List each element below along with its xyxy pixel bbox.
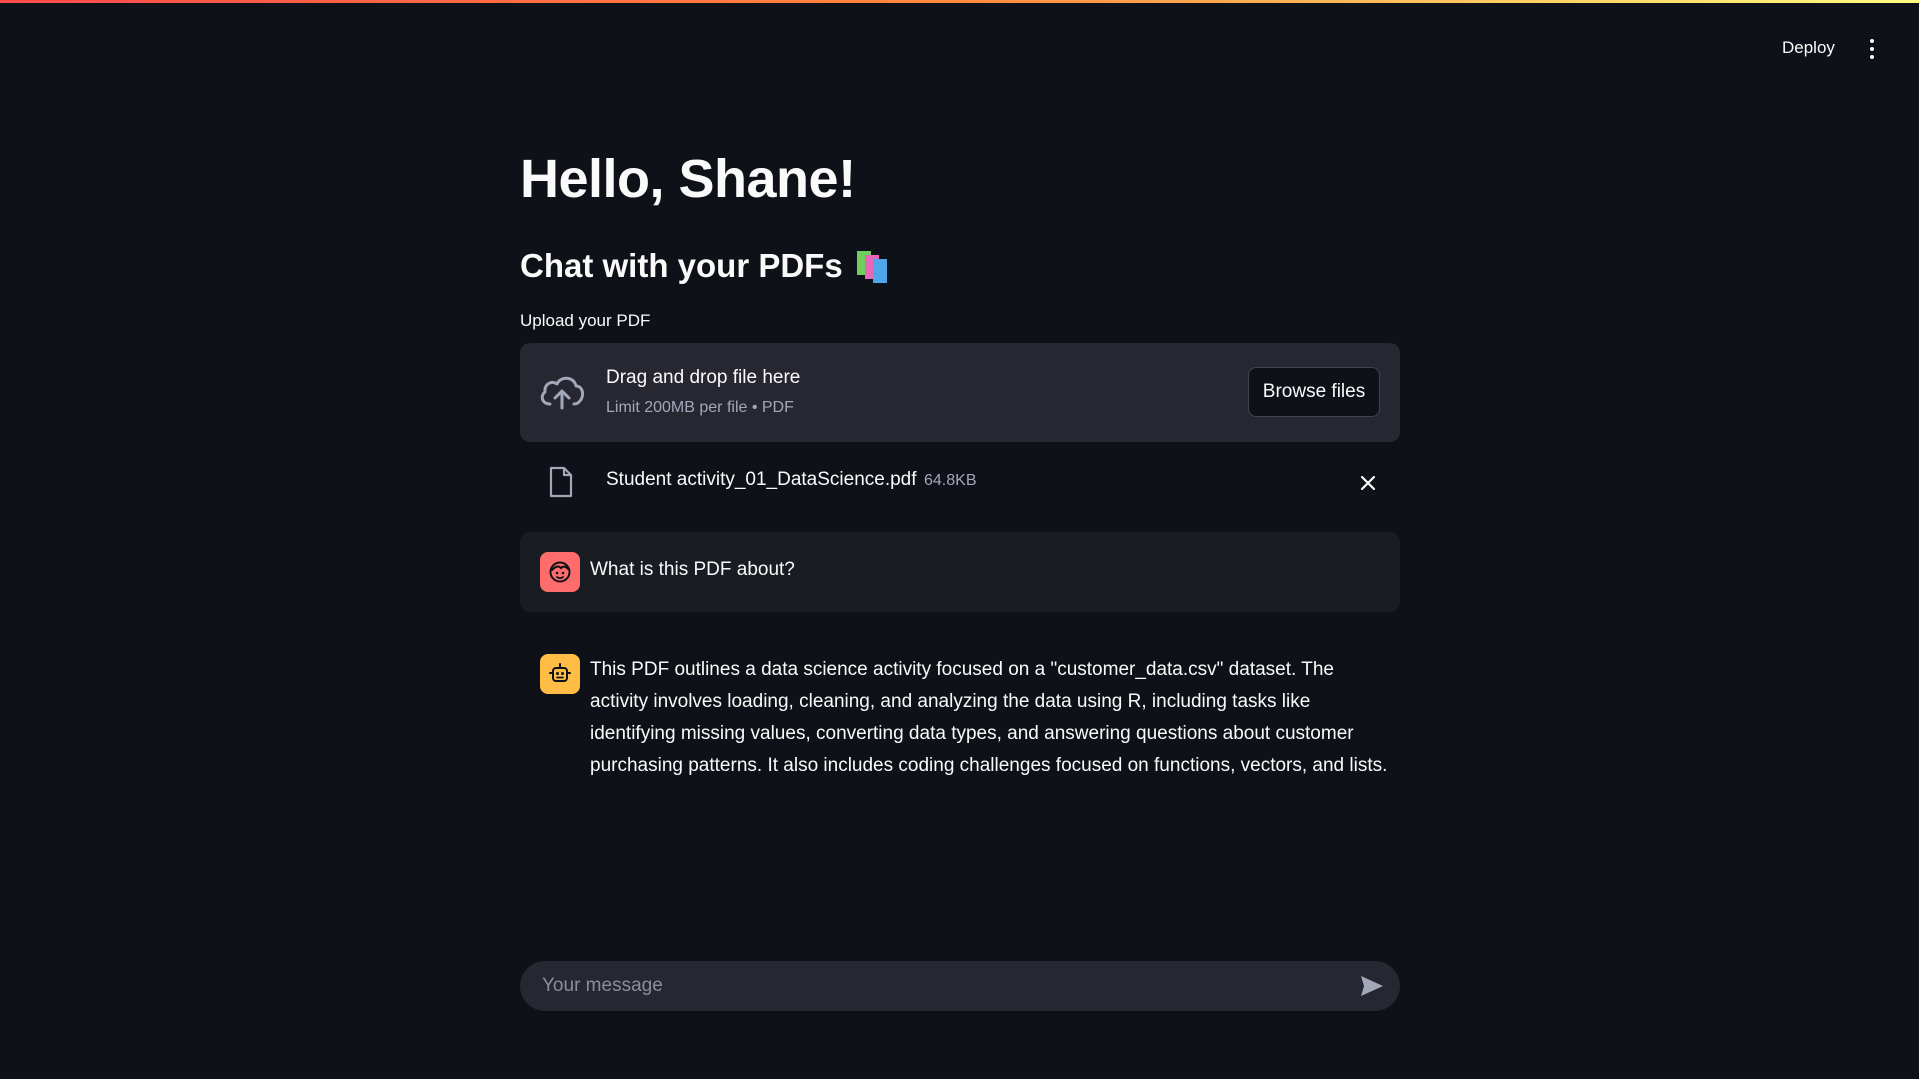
chat-message-user: What is this PDF about? bbox=[520, 532, 1400, 612]
chat-message-input[interactable] bbox=[540, 961, 1320, 1011]
dropzone-limit: Limit 200MB per file • PDF bbox=[606, 399, 794, 416]
menu-dot bbox=[1870, 47, 1874, 51]
menu-dot bbox=[1870, 39, 1874, 43]
app-header: Deploy bbox=[0, 3, 1919, 89]
deploy-button[interactable]: Deploy bbox=[1770, 31, 1847, 65]
close-icon[interactable] bbox=[1354, 469, 1382, 497]
robot-icon bbox=[540, 654, 580, 694]
close-x-glyph bbox=[1360, 475, 1376, 491]
user-face-icon bbox=[540, 552, 580, 592]
cloud-upload-icon bbox=[540, 376, 585, 410]
menu-dot bbox=[1870, 55, 1874, 59]
file-icon bbox=[549, 466, 573, 498]
chat-message-assistant: This PDF outlines a data science activit… bbox=[520, 634, 1400, 794]
chat-input-container bbox=[520, 961, 1400, 1011]
chat-message-text: This PDF outlines a data science activit… bbox=[590, 659, 1388, 776]
send-arrow-glyph bbox=[1361, 976, 1383, 996]
send-icon[interactable] bbox=[1358, 973, 1386, 999]
upload-label: Upload your PDF bbox=[520, 311, 651, 330]
uploaded-file-name: Student activity_01_DataScience.pdf bbox=[606, 469, 917, 490]
dropzone-title: Drag and drop file here bbox=[606, 367, 801, 388]
page-title: Hello, Shane! bbox=[520, 149, 856, 209]
chat-message-text: What is this PDF about? bbox=[590, 559, 795, 580]
uploaded-file-size: 64.8KB bbox=[924, 472, 977, 489]
subtitle-text: Chat with your PDFs bbox=[520, 247, 843, 284]
books-icon bbox=[855, 249, 893, 283]
uploaded-file-row: Student activity_01_DataScience.pdf 64.8… bbox=[520, 461, 1400, 503]
more-vertical-icon[interactable] bbox=[1858, 31, 1886, 67]
page-subtitle: Chat with your PDFs bbox=[520, 244, 893, 288]
file-dropzone[interactable]: Drag and drop file here Limit 200MB per … bbox=[520, 343, 1400, 442]
browse-files-button[interactable]: Browse files bbox=[1248, 367, 1380, 417]
